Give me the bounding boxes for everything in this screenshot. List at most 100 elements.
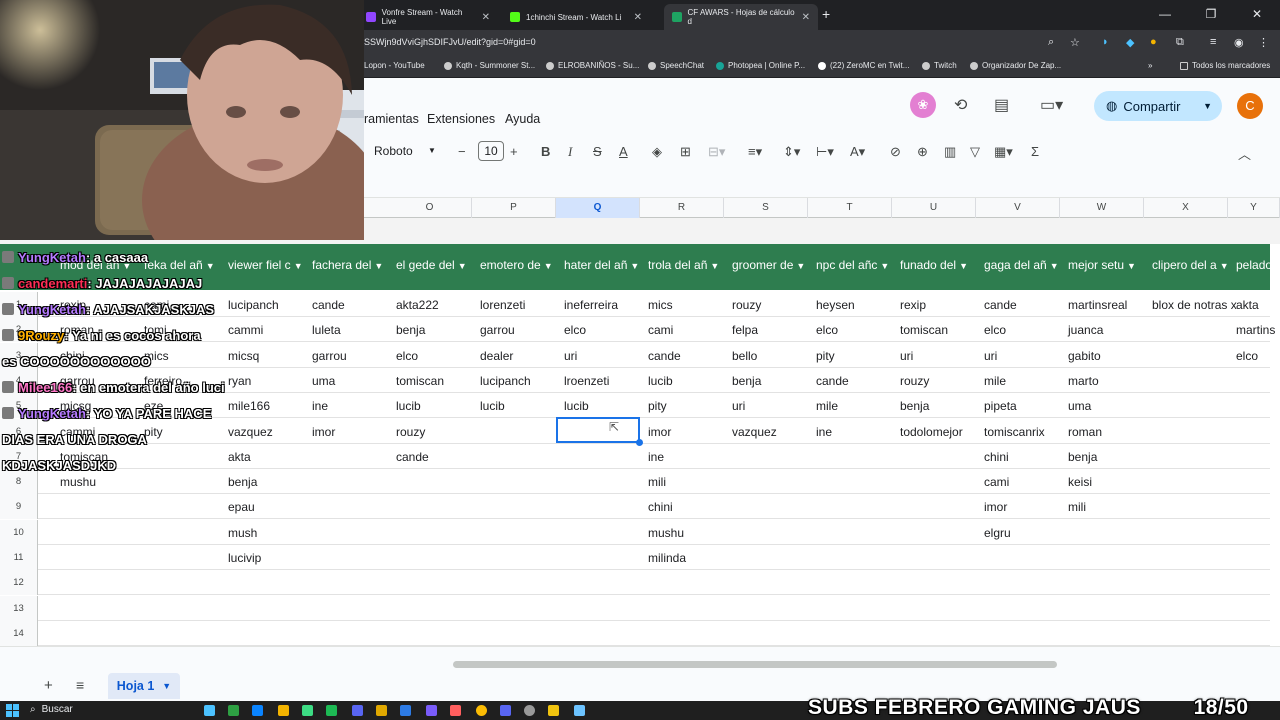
- table-cell[interactable]: chini: [648, 500, 673, 514]
- taskbar-search[interactable]: ⌕ Buscar: [30, 704, 73, 715]
- folder-icon[interactable]: [278, 705, 289, 716]
- chevron-down-icon[interactable]: ▼: [428, 146, 436, 155]
- table-cell[interactable]: cammi: [228, 323, 263, 337]
- bookmark-item[interactable]: Organizador De Zap...: [970, 61, 1061, 70]
- table-cell[interactable]: ryan: [228, 374, 251, 388]
- table-cell[interactable]: bello: [732, 349, 757, 363]
- spotify-icon[interactable]: [326, 705, 337, 716]
- chevron-down-icon[interactable]: ▼: [796, 261, 805, 271]
- table-cell[interactable]: ineferreira: [564, 298, 618, 312]
- app-icon[interactable]: [376, 705, 387, 716]
- table-cell[interactable]: ine: [816, 425, 832, 439]
- menu-help[interactable]: Ayuda: [505, 112, 540, 126]
- header-cell[interactable]: fachera del ▼: [312, 258, 388, 272]
- table-cell[interactable]: ine: [312, 399, 328, 413]
- column-header[interactable]: R: [640, 198, 724, 218]
- table-cell[interactable]: akta: [1236, 298, 1259, 312]
- table-cell[interactable]: heysen: [816, 298, 855, 312]
- chevron-down-icon[interactable]: ▼: [206, 261, 215, 271]
- filter-views-icon[interactable]: ▦▾: [994, 144, 1013, 160]
- table-cell[interactable]: luleta: [312, 323, 341, 337]
- fill-handle[interactable]: [636, 439, 643, 446]
- bookmark-item[interactable]: SpeechChat: [648, 61, 704, 70]
- header-cell[interactable]: feka del añ ▼: [144, 258, 220, 272]
- table-cell[interactable]: cami: [984, 475, 1009, 489]
- collapse-toolbar-icon[interactable]: ︿: [1238, 144, 1251, 163]
- chevron-down-icon[interactable]: ▼: [458, 261, 467, 271]
- horizontal-scrollbar[interactable]: [453, 661, 1057, 668]
- table-cell[interactable]: epau: [228, 500, 255, 514]
- app-icon[interactable]: [400, 705, 411, 716]
- table-cell[interactable]: benja: [396, 323, 425, 337]
- chrome-icon[interactable]: [476, 705, 487, 716]
- chevron-down-icon[interactable]: ▼: [294, 261, 303, 271]
- table-cell[interactable]: imor: [984, 500, 1007, 514]
- table-cell[interactable]: mili: [648, 475, 666, 489]
- table-cell[interactable]: chini: [984, 450, 1009, 464]
- column-header[interactable]: S: [724, 198, 808, 218]
- borders-icon[interactable]: ⊞: [680, 144, 691, 160]
- table-cell[interactable]: elgru: [984, 526, 1011, 540]
- table-cell[interactable]: micsq: [228, 349, 259, 363]
- media-icon[interactable]: ≡: [1210, 36, 1216, 48]
- share-button[interactable]: ◍ Compartir ▼: [1094, 91, 1222, 121]
- column-header[interactable]: Y: [1228, 198, 1280, 218]
- chevron-down-icon[interactable]: ▼: [162, 681, 171, 691]
- table-cell[interactable]: benja: [732, 374, 761, 388]
- chevron-down-icon[interactable]: ▼: [374, 261, 383, 271]
- table-cell[interactable]: lucib: [648, 374, 673, 388]
- header-cell[interactable]: gaga del añ ▼: [984, 258, 1060, 272]
- table-cell[interactable]: cami: [648, 323, 673, 337]
- italic-icon[interactable]: I: [568, 144, 572, 160]
- font-size-input[interactable]: 10: [478, 141, 504, 161]
- close-icon[interactable]: ✕: [802, 12, 810, 23]
- row-number[interactable]: 13: [0, 596, 38, 621]
- header-cell[interactable]: npc del añc ▼: [816, 258, 892, 272]
- browser-tab-1chinchi[interactable]: 1chinchi Stream - Watch Li ✕: [502, 4, 650, 30]
- url-text[interactable]: SSWjn9dVviGjhSDIFJvU/edit?gid=0#gid=0: [364, 37, 536, 47]
- table-cell[interactable]: lucib: [480, 399, 505, 413]
- extension-icon[interactable]: ◗: [1102, 36, 1109, 48]
- table-cell[interactable]: tomiscan: [396, 374, 444, 388]
- profile-icon[interactable]: ◉: [1234, 36, 1244, 49]
- table-cell[interactable]: mushu: [648, 526, 684, 540]
- row-number[interactable]: 14: [0, 621, 38, 646]
- table-cell[interactable]: cande: [312, 298, 345, 312]
- extensions-puzzle-icon[interactable]: ⧉: [1176, 36, 1184, 49]
- bookmark-item[interactable]: Kqth - Summoner St...: [444, 61, 535, 70]
- app-icon[interactable]: [426, 705, 437, 716]
- chevron-down-icon[interactable]: ▼: [1050, 261, 1059, 271]
- table-cell[interactable]: uma: [312, 374, 335, 388]
- table-cell[interactable]: lucib: [564, 399, 589, 413]
- font-select[interactable]: Roboto: [374, 144, 413, 158]
- menu-dots-icon[interactable]: ⋮: [1258, 36, 1269, 49]
- table-cell[interactable]: rouzy: [732, 298, 761, 312]
- comment-icon[interactable]: ⊕: [917, 144, 928, 160]
- edge-icon[interactable]: [252, 705, 263, 716]
- browser-tab-vonfre[interactable]: Vonfre Stream - Watch Live ✕: [358, 4, 498, 30]
- table-cell[interactable]: mush: [228, 526, 257, 540]
- new-tab-icon[interactable]: +: [822, 6, 830, 22]
- column-header[interactable]: W: [1060, 198, 1144, 218]
- table-cell[interactable]: elco: [1236, 349, 1258, 363]
- column-header[interactable]: U: [892, 198, 976, 218]
- table-cell[interactable]: juanca: [1068, 323, 1103, 337]
- row-number[interactable]: 9: [0, 494, 38, 519]
- sheet-tab[interactable]: Hoja 1 ▼: [108, 673, 180, 699]
- table-cell[interactable]: mile166: [228, 399, 270, 413]
- bookmark-item[interactable]: Twitch: [922, 61, 957, 70]
- table-cell[interactable]: tomiscan: [900, 323, 948, 337]
- comments-icon[interactable]: ▤: [994, 95, 1009, 115]
- table-cell[interactable]: roman: [1068, 425, 1102, 439]
- table-cell[interactable]: mili: [1068, 500, 1086, 514]
- table-cell[interactable]: uri: [732, 399, 745, 413]
- table-cell[interactable]: cande: [396, 450, 429, 464]
- merge-cells-icon[interactable]: ⊟▾: [708, 144, 725, 160]
- table-cell[interactable]: akta: [228, 450, 251, 464]
- column-header[interactable]: O: [388, 198, 472, 218]
- chevron-down-icon[interactable]: ▼: [1203, 101, 1212, 111]
- bookmark-item[interactable]: ELROBANIÑOS - Su...: [546, 61, 639, 70]
- table-cell[interactable]: uri: [900, 349, 913, 363]
- table-cell[interactable]: elco: [984, 323, 1006, 337]
- row-number[interactable]: 12: [0, 570, 38, 595]
